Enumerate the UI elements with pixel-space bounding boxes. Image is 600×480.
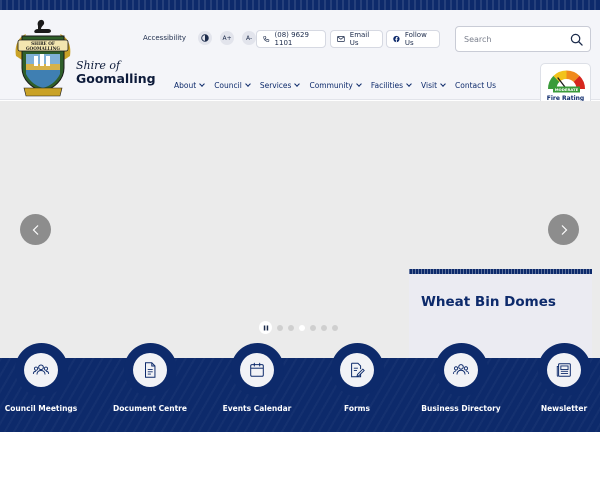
search-icon[interactable]	[570, 33, 583, 46]
chevron-down-icon	[406, 80, 412, 87]
nav-item-contact-us[interactable]: Contact Us	[455, 81, 496, 90]
follow-label: Follow Us	[404, 31, 427, 47]
facebook-icon	[393, 35, 400, 43]
font-decrease-button[interactable]: A-	[242, 31, 257, 45]
nav-label: Services	[259, 80, 292, 90]
site-header: SHIRE OF GOOMALLING Shire of Goomalling …	[0, 10, 600, 106]
quick-link-label: Business Directory	[421, 404, 501, 413]
quick-link-circle	[14, 343, 68, 396]
quick-link-council-meetings[interactable]: Council Meetings	[0, 343, 86, 413]
quick-link-icon-bg	[340, 352, 374, 387]
search-box	[455, 26, 591, 52]
quick-link-document-centre[interactable]: Document Centre	[105, 343, 195, 413]
font-increase-button[interactable]: A+	[220, 31, 235, 45]
search-input[interactable]	[464, 34, 564, 44]
fire-level-text: MODERATE	[555, 87, 579, 92]
phone-icon	[263, 36, 270, 42]
newsletter-icon	[556, 362, 571, 377]
nav-label: Visit	[421, 80, 438, 90]
quick-link-circle	[537, 343, 591, 396]
pause-icon	[263, 325, 268, 330]
main-nav: About Council Services Community Facilit…	[174, 79, 506, 91]
card-stripe-decoration	[409, 269, 592, 274]
nav-item-services[interactable]: Services	[259, 80, 301, 90]
nav-item-council[interactable]: Council	[214, 80, 251, 90]
nav-item-visit[interactable]: Visit	[421, 80, 446, 90]
envelope-icon	[337, 36, 345, 42]
fire-rating-widget[interactable]: MODERATE Fire Rating	[540, 63, 591, 106]
quick-link-circle	[123, 343, 177, 396]
chevron-down-icon	[294, 80, 301, 87]
quick-link-circle	[330, 343, 384, 396]
quick-link-label: Events Calendar	[222, 404, 292, 413]
quick-link-icon-bg	[24, 352, 58, 387]
slide-pause-button[interactable]	[259, 321, 272, 334]
slide-prev-button[interactable]	[20, 214, 51, 245]
brand-line2: Goomalling	[76, 71, 156, 86]
slide-dot-6[interactable]	[332, 324, 338, 331]
slide-dot-5[interactable]	[321, 324, 327, 331]
slide-next-button[interactable]	[548, 214, 579, 245]
accessibility-label: Accessibility	[143, 34, 187, 42]
quick-link-label: Council Meetings	[4, 404, 78, 413]
calendar-icon	[250, 362, 264, 377]
accessibility-controls: Accessibility A+ A-	[143, 30, 257, 46]
quick-link-label: Forms	[344, 404, 370, 413]
email-link[interactable]: Email Us	[330, 30, 383, 48]
hero-slideshow: Wheat Bin Domes	[0, 101, 600, 358]
logo-banner-text: SHIRE OF GOOMALLING	[25, 41, 60, 51]
slide-dot-3[interactable]	[299, 324, 305, 331]
quick-link-icon-bg	[133, 352, 167, 387]
slide-title: Wheat Bin Domes	[421, 294, 556, 310]
chevron-down-icon	[356, 80, 362, 87]
slide-pagination	[259, 321, 338, 334]
fire-danger-gauge-icon: MODERATE	[547, 70, 586, 93]
quick-link-label: Document Centre	[113, 404, 187, 413]
nav-item-community[interactable]: Community	[309, 80, 362, 90]
page: SHIRE OF GOOMALLING Shire of Goomalling …	[0, 0, 600, 480]
email-label: Email Us	[349, 31, 370, 47]
brand-name[interactable]: Shire of Goomalling	[76, 60, 156, 86]
quick-link-newsletter[interactable]: Newsletter	[519, 343, 600, 413]
contrast-toggle-button[interactable]	[198, 31, 213, 45]
form-edit-icon	[351, 362, 365, 377]
nav-item-facilities[interactable]: Facilities	[370, 80, 412, 90]
chevron-down-icon	[199, 80, 206, 87]
follow-link[interactable]: Follow Us	[386, 30, 440, 48]
slide-dot-1[interactable]	[277, 324, 283, 331]
chevron-down-icon	[440, 80, 446, 87]
quick-link-business-directory[interactable]: Business Directory	[416, 343, 506, 413]
quick-link-label: Newsletter	[540, 404, 588, 413]
quick-link-forms[interactable]: Forms	[312, 343, 402, 413]
people-group-icon	[32, 363, 50, 375]
nav-label: Facilities	[370, 80, 404, 90]
shire-logo[interactable]: SHIRE OF GOOMALLING	[10, 16, 76, 98]
document-icon	[145, 361, 156, 378]
nav-label: Council	[214, 80, 242, 90]
quick-link-icon-bg	[444, 352, 478, 387]
shire-crest-icon	[15, 19, 71, 97]
contrast-icon	[201, 34, 209, 42]
chevron-down-icon	[244, 80, 251, 87]
chevron-left-icon	[32, 224, 38, 235]
quick-link-icon-bg	[240, 352, 274, 387]
business-people-icon	[452, 363, 470, 375]
quick-link-circle	[434, 343, 488, 396]
nav-label: Community	[309, 80, 353, 90]
chevron-right-icon	[561, 224, 567, 235]
phone-number: (08) 9629 1101	[274, 31, 309, 47]
slide-dot-2[interactable]	[288, 324, 294, 331]
nav-label: About	[174, 80, 197, 90]
top-decorative-band	[0, 0, 600, 10]
nav-item-about[interactable]: About	[174, 80, 206, 90]
quick-link-icon-bg	[547, 352, 581, 387]
phone-link[interactable]: (08) 9629 1101	[256, 30, 326, 48]
quick-link-circle	[230, 343, 284, 396]
nav-label: Contact Us	[455, 80, 496, 90]
quick-link-events-calendar[interactable]: Events Calendar	[212, 343, 302, 413]
slide-dot-4[interactable]	[310, 324, 316, 331]
